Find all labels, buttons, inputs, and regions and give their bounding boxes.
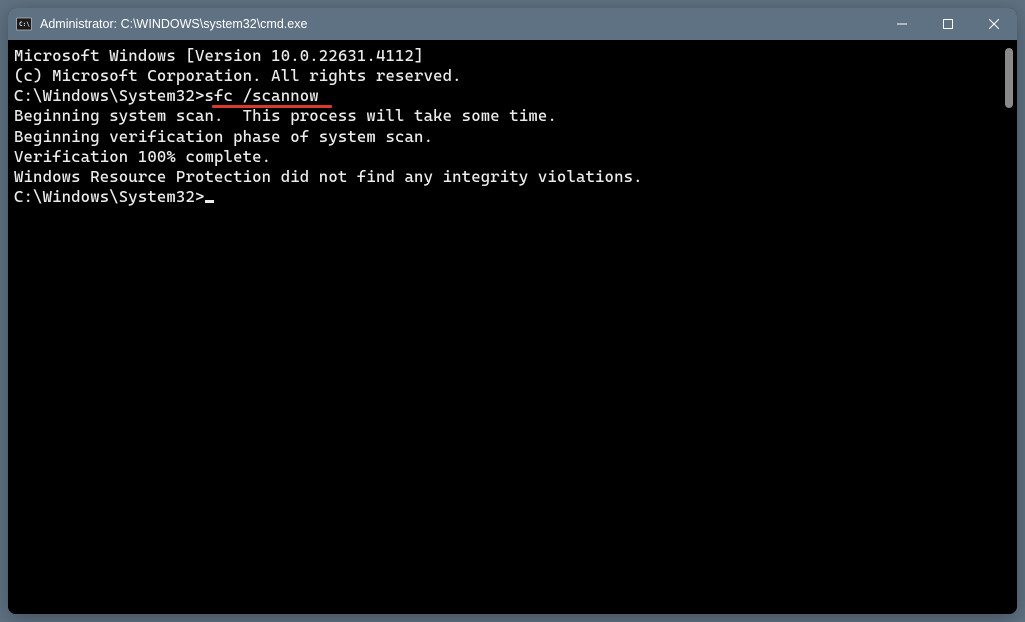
prompt-line: C:\Windows\System32>sfc /scannow [14,86,319,106]
terminal-output[interactable]: Microsoft Windows [Version 10.0.22631.41… [8,40,1001,614]
maximize-icon [943,19,953,29]
prompt-line: C:\Windows\System32> [14,187,1001,207]
typed-command: sfc /scannow [205,86,319,105]
svg-text:C:\: C:\ [19,21,30,28]
output-line: Windows Resource Protection did not find… [14,167,1001,187]
minimize-icon [897,19,907,29]
close-button[interactable] [971,8,1017,40]
output-line: Verification 100% complete. [14,147,1001,167]
prompt-prefix: C:\Windows\System32> [14,86,205,105]
cursor [205,200,214,203]
prompt-prefix: C:\Windows\System32> [14,187,205,206]
scrollbar-track[interactable] [1001,40,1015,614]
output-line: Beginning system scan. This process will… [14,106,1001,126]
cmd-icon: C:\ [16,16,32,32]
window-title: Administrator: C:\WINDOWS\system32\cmd.e… [40,17,879,31]
close-icon [989,19,999,29]
minimize-button[interactable] [879,8,925,40]
window-controls [879,8,1017,40]
output-line: Beginning verification phase of system s… [14,127,1001,147]
cmd-window: C:\ Administrator: C:\WINDOWS\system32\c… [8,8,1017,614]
content-area: Microsoft Windows [Version 10.0.22631.41… [8,40,1017,614]
scrollbar-thumb[interactable] [1005,48,1013,108]
titlebar[interactable]: C:\ Administrator: C:\WINDOWS\system32\c… [8,8,1017,40]
maximize-button[interactable] [925,8,971,40]
output-line: Microsoft Windows [Version 10.0.22631.41… [14,46,1001,66]
output-line: (c) Microsoft Corporation. All rights re… [14,66,1001,86]
